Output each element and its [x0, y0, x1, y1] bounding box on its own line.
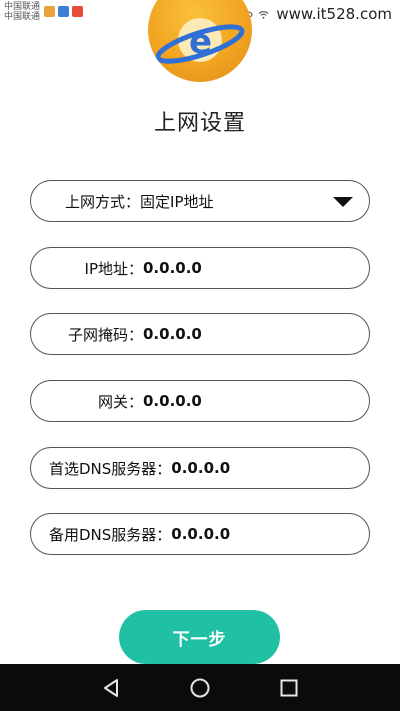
secondary-dns-value[interactable]: 0.0.0.0 [171, 525, 230, 543]
ip-address-field[interactable]: IP地址： 0.0.0.0 [30, 247, 370, 289]
gateway-value[interactable]: 0.0.0.0 [143, 392, 202, 410]
app-notification-icon [72, 6, 83, 17]
connection-mode-label: 上网方式： [65, 192, 141, 211]
gateway-field[interactable]: 网关： 0.0.0.0 [30, 380, 370, 422]
next-button[interactable]: 下一步 [119, 610, 280, 664]
primary-dns-field[interactable]: 首选DNS服务器： 0.0.0.0 [30, 447, 370, 489]
ip-address-label: IP地址： [84, 259, 143, 278]
carrier-line-1: 中国联通 [4, 2, 41, 12]
ip-address-value[interactable]: 0.0.0.0 [143, 259, 202, 277]
secondary-dns-label: 备用DNS服务器： [49, 525, 172, 544]
planet-e-icon: e [155, 18, 245, 64]
app-logo: e [148, 0, 252, 82]
connection-mode-value: 固定IP地址 [140, 192, 214, 211]
triangle-down-icon[interactable] [333, 197, 353, 207]
notification-icons [44, 6, 83, 17]
subnet-mask-value[interactable]: 0.0.0.0 [143, 325, 202, 343]
carrier-info: 中国联通 中国联通 [4, 2, 40, 22]
back-triangle-icon[interactable] [100, 677, 122, 699]
telegram-icon [58, 6, 69, 17]
primary-dns-label: 首选DNS服务器： [49, 459, 172, 478]
page-title: 上网设置 [153, 111, 246, 136]
watermark-text: www.it528.com [276, 5, 392, 23]
gateway-label: 网关： [97, 392, 143, 411]
subnet-mask-field[interactable]: 子网掩码： 0.0.0.0 [30, 313, 370, 355]
weibo-icon [44, 6, 55, 17]
subnet-mask-label: 子网掩码： [67, 325, 143, 344]
home-circle-icon[interactable] [189, 677, 211, 699]
connection-mode-select[interactable]: 上网方式： 固定IP地址 [30, 180, 370, 222]
recent-square-icon[interactable] [278, 677, 300, 699]
carrier-line-2: 中国联通 [4, 12, 41, 22]
wifi-icon [258, 10, 269, 19]
system-nav-bar [0, 664, 400, 711]
primary-dns-value[interactable]: 0.0.0.0 [171, 459, 230, 477]
secondary-dns-field[interactable]: 备用DNS服务器： 0.0.0.0 [30, 513, 370, 555]
